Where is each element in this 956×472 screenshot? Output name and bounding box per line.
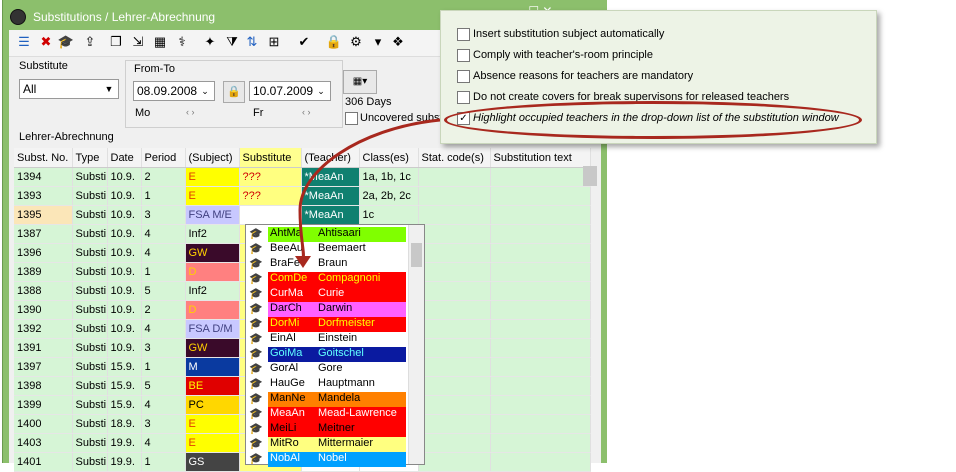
annotation-arrowhead: [295, 256, 311, 268]
option-checkbox[interactable]: [457, 28, 470, 41]
option-checkbox[interactable]: [457, 49, 470, 62]
option-label: Insert substitution subject automaticall…: [473, 28, 665, 40]
option-label: Comply with teacher's-room principle: [473, 49, 653, 61]
option-checkbox[interactable]: [457, 70, 470, 83]
option-label: Absence reasons for teachers are mandato…: [473, 70, 694, 82]
option-checkbox[interactable]: [457, 91, 470, 104]
annotation-arrow: [298, 118, 441, 261]
highlight-ellipse: [444, 101, 862, 139]
